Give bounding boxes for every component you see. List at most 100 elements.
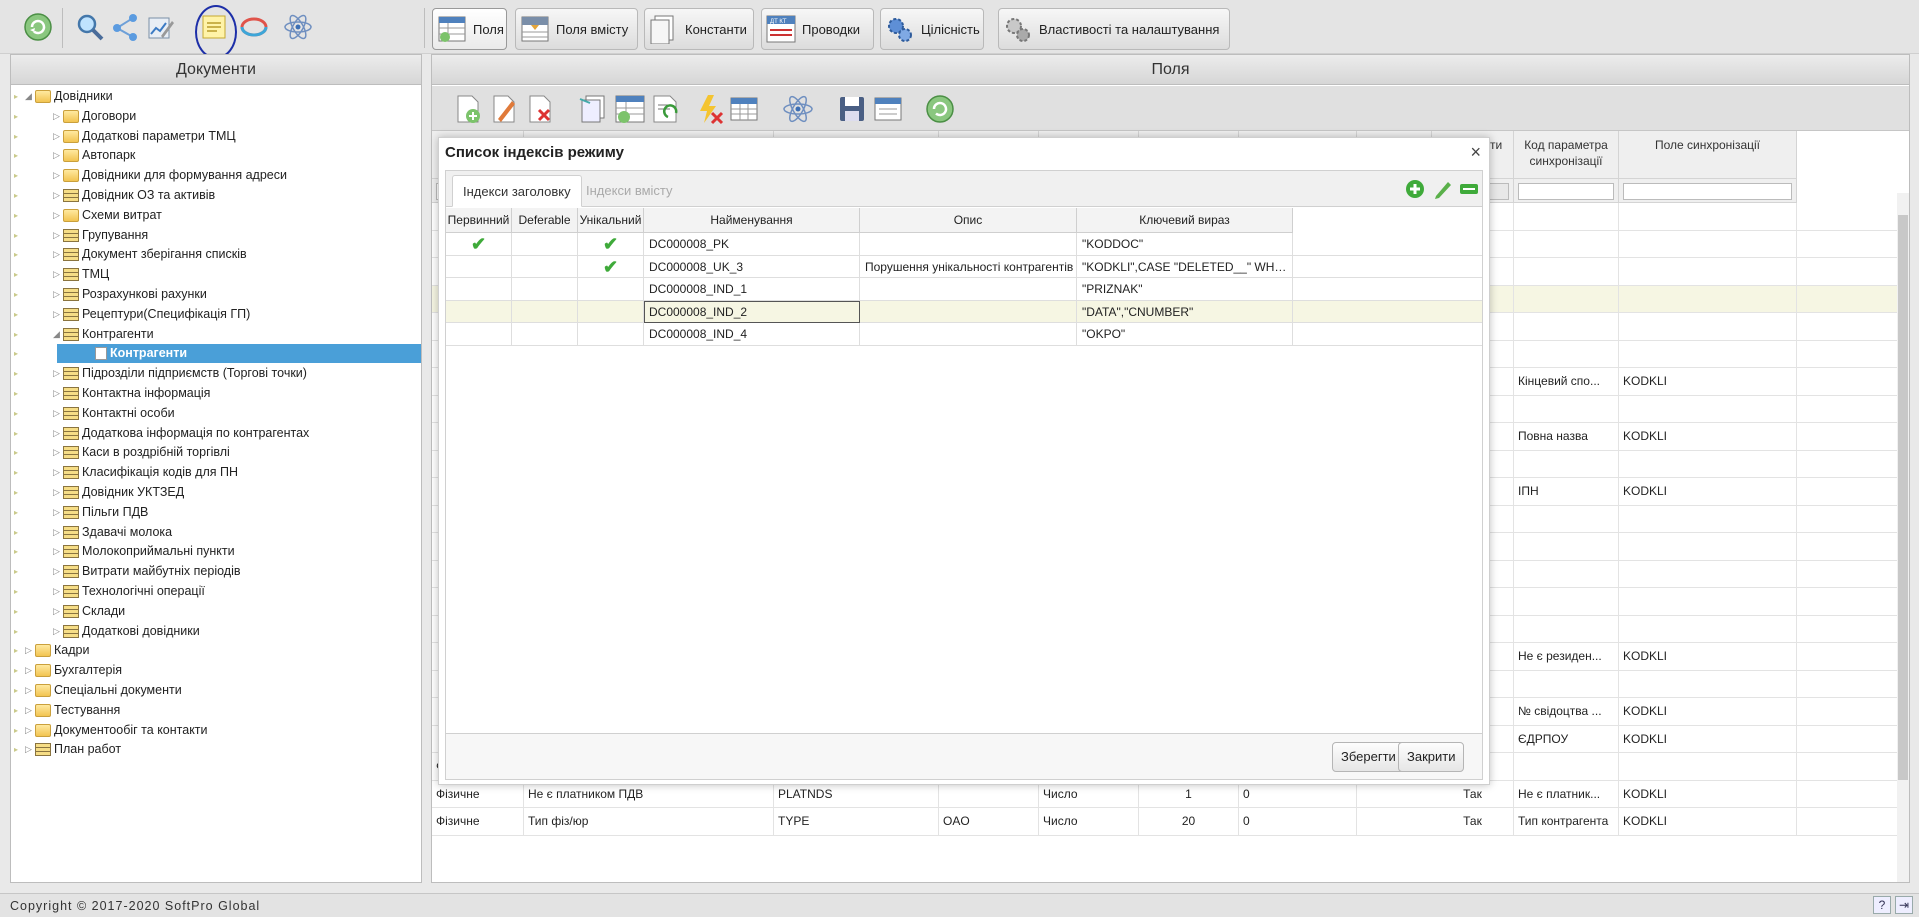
expand-arrow-icon[interactable]: ▷ xyxy=(53,127,60,147)
expand-arrow-icon[interactable]: ▷ xyxy=(53,245,60,265)
help-button[interactable]: ? xyxy=(1873,896,1891,914)
expand-arrow-icon[interactable]: ▷ xyxy=(53,186,60,206)
expand-arrow-icon[interactable]: ▷ xyxy=(53,285,60,305)
atom-icon[interactable] xyxy=(282,11,314,43)
expand-arrow-icon[interactable]: ▷ xyxy=(53,443,60,463)
edit-chart-icon[interactable] xyxy=(144,11,176,43)
scrollbar-thumb[interactable] xyxy=(1898,215,1908,780)
expand-arrow-icon[interactable]: ▷ xyxy=(53,602,60,622)
tree-node[interactable]: ▸ ◢ Контрагенти xyxy=(11,325,421,345)
index-expr-cell[interactable]: "OKPO" xyxy=(1077,323,1293,345)
expand-arrow-icon[interactable]: ▷ xyxy=(53,166,60,186)
expand-arrow-icon[interactable]: ▷ xyxy=(25,661,32,681)
expand-arrow-icon[interactable]: ▷ xyxy=(53,483,60,503)
tree-node[interactable]: ▸ ▷ Класифікація кодів для ПН xyxy=(11,463,421,483)
add-field-icon[interactable] xyxy=(452,93,484,125)
tree-node[interactable]: ▸ ▷ Довідники для формування адреси xyxy=(11,166,421,186)
tree-node[interactable]: ▸ ▷ Молокоприймальні пункти xyxy=(11,542,421,562)
tree-node[interactable]: ▸ ▷ Автопарк xyxy=(11,146,421,166)
expand-arrow-icon[interactable]: ▷ xyxy=(53,146,60,166)
atom-icon[interactable] xyxy=(782,93,814,125)
index-desc-cell[interactable] xyxy=(860,323,1077,345)
index-column-header[interactable]: Опис xyxy=(860,208,1077,233)
tree-node[interactable]: ▸ ▷ Розрахункові рахунки xyxy=(11,285,421,305)
tab-header-indexes[interactable]: Індекси заголовку xyxy=(452,175,582,207)
index-name-cell[interactable]: DC000008_IND_2 xyxy=(644,300,860,323)
tree-node[interactable]: ▸ ▷ Довідник ОЗ та активів xyxy=(11,186,421,206)
index-column-header[interactable]: Унікальний xyxy=(578,208,644,233)
vertical-scrollbar[interactable] xyxy=(1897,193,1909,882)
settings-icon[interactable] xyxy=(872,93,904,125)
tab-content-indexes[interactable]: Індекси вмісту xyxy=(576,175,683,207)
tree-node[interactable]: ▸ ▷ Бухгалтерія xyxy=(11,661,421,681)
index-expr-cell[interactable]: "PRIZNAK" xyxy=(1077,278,1293,300)
expand-arrow-icon[interactable]: ▷ xyxy=(25,740,32,760)
index-desc-cell[interactable] xyxy=(860,233,1077,255)
export-icon[interactable] xyxy=(650,93,682,125)
expand-arrow-icon[interactable]: ▷ xyxy=(53,503,60,523)
tree-node[interactable]: ▸ ▷ Договори xyxy=(11,107,421,127)
index-name-cell[interactable]: DC000008_IND_1 xyxy=(644,278,860,300)
expand-arrow-icon[interactable]: ▷ xyxy=(53,562,60,582)
expand-arrow-icon[interactable]: ▷ xyxy=(53,404,60,424)
tree-node[interactable]: ▸ ◢ Довідники xyxy=(11,87,421,107)
import-icon[interactable] xyxy=(614,93,646,125)
tree-node[interactable]: ▸ ▷ Пільги ПДВ xyxy=(11,503,421,523)
expand-arrow-icon[interactable]: ▷ xyxy=(25,701,32,721)
expand-arrow-icon[interactable]: ▷ xyxy=(53,305,60,325)
index-column-header[interactable]: Первинний xyxy=(446,208,512,233)
expand-arrow-icon[interactable]: ▷ xyxy=(53,463,60,483)
tab-postings[interactable]: ДТ КТ Проводки xyxy=(761,8,874,50)
index-column-header[interactable]: Ключевий вираз xyxy=(1077,208,1293,233)
clear-icon[interactable] xyxy=(694,93,726,125)
refresh-icon[interactable] xyxy=(22,11,54,43)
expand-arrow-icon[interactable]: ▷ xyxy=(53,582,60,602)
tree-node[interactable]: ▸ ▷ Додаткова інформація по контрагентах xyxy=(11,424,421,444)
column-header[interactable]: Поле синхронізації xyxy=(1619,131,1797,179)
tab-integrity[interactable]: Цілісність xyxy=(880,8,984,50)
close-button[interactable]: Закрити xyxy=(1398,742,1465,772)
index-name-cell[interactable]: DC000008_UK_3 xyxy=(644,255,860,278)
index-column-header[interactable]: Найменування xyxy=(644,208,860,233)
index-name-cell[interactable]: DC000008_PK xyxy=(644,233,860,255)
index-row[interactable]: DC000008_IND_2 "DATA","CNUMBER" xyxy=(446,300,1482,323)
edit-index-icon[interactable] xyxy=(1432,178,1454,200)
save-icon[interactable] xyxy=(836,93,868,125)
tab-fields[interactable]: Поля xyxy=(432,8,507,50)
tree-node[interactable]: ▸ ▷ Схеми витрат xyxy=(11,206,421,226)
expand-arrow-icon[interactable]: ▷ xyxy=(25,681,32,701)
index-row[interactable]: ✔ DC000008_UK_3 Порушення унікальності кон… xyxy=(446,255,1482,278)
tab-properties[interactable]: Властивості та налаштування xyxy=(998,8,1230,50)
expand-arrow-icon[interactable]: ▷ xyxy=(25,641,32,661)
tree-node[interactable]: ▸ ▷ Додаткові параметри ТМЦ xyxy=(11,127,421,147)
filter-input[interactable] xyxy=(1518,183,1614,200)
index-row[interactable]: ✔ ✔ DC000008_PK "KODDOC" xyxy=(446,233,1482,256)
expand-arrow-icon[interactable]: ▷ xyxy=(53,424,60,444)
index-row[interactable]: DC000008_IND_1 "PRIZNAK" xyxy=(446,278,1482,301)
save-button[interactable]: Зберегти xyxy=(1332,742,1405,772)
index-row[interactable]: DC000008_IND_4 "OKPO" xyxy=(446,323,1482,346)
index-desc-cell[interactable] xyxy=(860,278,1077,300)
tree-node[interactable]: ▸ ▷ Контактна інформація xyxy=(11,384,421,404)
collapse-arrow-icon[interactable]: ◢ xyxy=(25,87,32,107)
remove-index-icon[interactable] xyxy=(1458,178,1480,200)
tree-node[interactable]: ▸ ▷ Кадри xyxy=(11,641,421,661)
sync-icon[interactable] xyxy=(238,11,270,43)
index-expr-cell[interactable]: "KODDOC" xyxy=(1077,233,1293,255)
expand-arrow-icon[interactable]: ▷ xyxy=(53,226,60,246)
tree-node[interactable]: ▸ ▷ Документ зберігання списків xyxy=(11,245,421,265)
share-icon[interactable] xyxy=(110,11,142,43)
expand-arrow-icon[interactable]: ▷ xyxy=(53,206,60,226)
add-index-icon[interactable] xyxy=(1404,178,1426,200)
index-desc-cell[interactable]: Порушення унікальності контрагентів xyxy=(860,255,1077,278)
tree-node[interactable]: ▸ ▷ ТМЦ xyxy=(11,265,421,285)
index-column-header[interactable]: Deferable xyxy=(512,208,578,233)
exit-button[interactable]: ⇥ xyxy=(1895,896,1913,914)
column-header[interactable]: Код параметра синхронізації xyxy=(1514,131,1619,179)
tree-node[interactable]: ▸ ▷ Довідник УКТЗЕД xyxy=(11,483,421,503)
tree-node[interactable]: ▸ ▷ Документообіг та контакти xyxy=(11,721,421,741)
tree-node[interactable]: ▸ ▷ Витрати майбутніх періодів xyxy=(11,562,421,582)
table-icon[interactable] xyxy=(728,93,760,125)
index-desc-cell[interactable] xyxy=(860,300,1077,323)
tree-node[interactable]: ▸ ▷ Склади xyxy=(11,602,421,622)
